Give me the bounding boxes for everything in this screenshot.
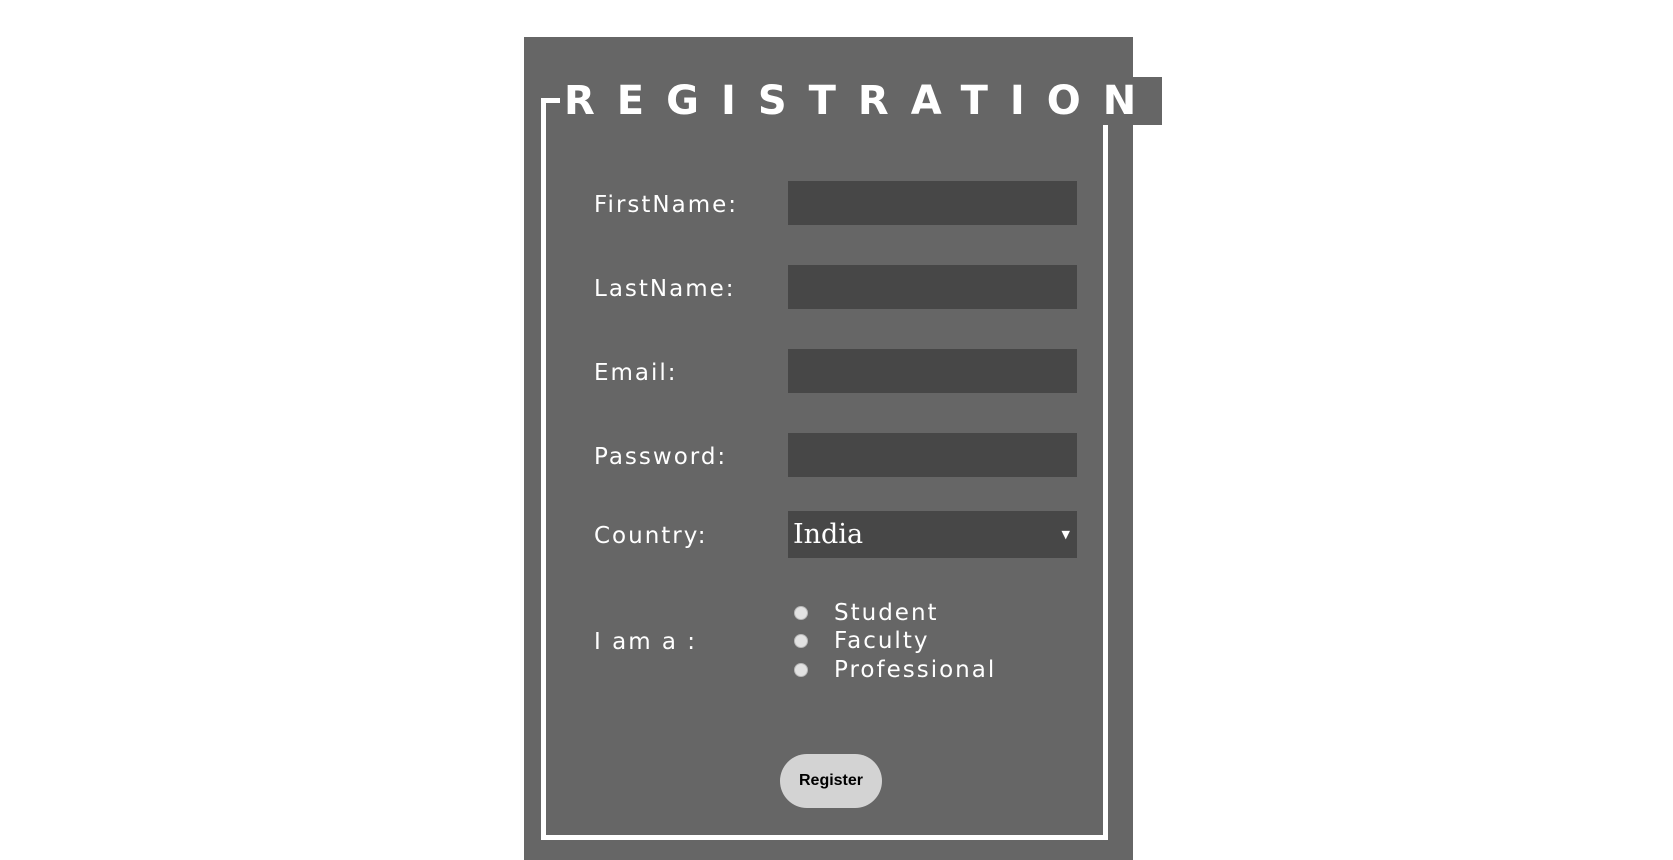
role-option-label: Faculty [834,628,930,654]
registration-panel: REGISTRATION FirstName: LastName: Email:… [524,37,1163,860]
country-selected-value: India [793,519,864,550]
country-label: Country: [594,523,708,549]
radio-button[interactable] [794,634,808,648]
firstname-input[interactable] [788,181,1077,225]
email-label: Email: [594,360,678,386]
form-title: REGISTRATION [560,77,1163,125]
radio-button[interactable] [794,606,808,620]
lastname-label: LastName: [594,276,736,302]
country-select[interactable]: India ▼ [788,511,1077,558]
firstname-label: FirstName: [594,192,739,218]
register-button[interactable]: Register [780,754,882,808]
role-label: I am a : [594,629,698,655]
lastname-input[interactable] [788,265,1077,309]
radio-button[interactable] [794,663,808,677]
email-input[interactable] [788,349,1077,393]
caret-down-icon: ▼ [1061,528,1070,541]
role-option-label: Professional [834,657,997,683]
password-label: Password: [594,444,728,470]
password-input[interactable] [788,433,1077,477]
role-option-label: Student [834,600,939,626]
